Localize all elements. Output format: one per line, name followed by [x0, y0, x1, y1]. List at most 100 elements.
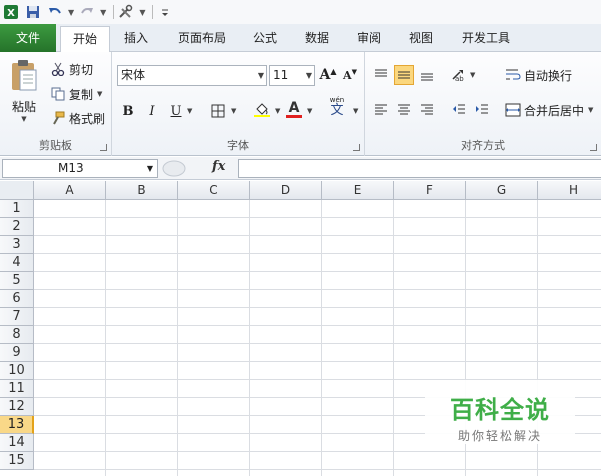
excel-logo-icon[interactable]: X	[2, 3, 20, 21]
column-header-d[interactable]: D	[250, 181, 322, 200]
formula-input[interactable]	[238, 159, 601, 178]
orientation-button[interactable]: ab	[449, 65, 469, 85]
customize-icon[interactable]	[156, 3, 174, 21]
font-color-dropdown-icon[interactable]: ▼	[307, 107, 312, 115]
tab-developer[interactable]: 开发工具	[454, 26, 518, 52]
underline-dropdown-icon[interactable]: ▼	[187, 107, 192, 115]
underline-button[interactable]: U	[166, 101, 186, 121]
watermark: 百科全说 助你轻松解决	[425, 380, 575, 444]
font-name-combo[interactable]: 宋体 ▼	[117, 65, 267, 86]
font-size-combo[interactable]: 11 ▼	[269, 65, 315, 86]
merge-center-icon	[505, 102, 521, 118]
alignment-launcher-icon[interactable]	[590, 144, 597, 151]
formula-splitter-icon[interactable]	[162, 160, 186, 177]
grid-line	[34, 469, 601, 470]
borders-button[interactable]	[208, 101, 228, 121]
format-painter-button[interactable]: 格式刷	[50, 108, 105, 128]
row-header[interactable]: 4	[0, 254, 34, 272]
decrease-indent-button[interactable]	[449, 100, 469, 120]
shrink-font-label: A	[343, 68, 352, 82]
format-painter-label: 格式刷	[69, 111, 106, 126]
row-header[interactable]: 9	[0, 344, 34, 362]
font-color-button[interactable]: A	[284, 99, 304, 119]
copy-dropdown-icon[interactable]: ▼	[97, 90, 102, 98]
row-header[interactable]: 14	[0, 434, 34, 452]
tools-icon[interactable]	[117, 3, 135, 21]
redo-dropdown-icon[interactable]: ▼	[100, 8, 106, 17]
row-header[interactable]: 1	[0, 200, 34, 218]
select-all-corner[interactable]	[0, 181, 34, 200]
tab-review[interactable]: 审阅	[350, 26, 388, 52]
align-right-button[interactable]	[417, 100, 437, 120]
fill-color-button[interactable]	[252, 99, 272, 119]
row-header[interactable]: 10	[0, 362, 34, 380]
save-icon[interactable]	[24, 3, 42, 21]
font-launcher-icon[interactable]	[353, 144, 360, 151]
align-top-button[interactable]	[371, 65, 391, 85]
redo-icon[interactable]	[78, 3, 96, 21]
insert-function-button[interactable]: fx	[212, 159, 225, 174]
increase-indent-button[interactable]	[472, 100, 492, 120]
column-header-b[interactable]: B	[106, 181, 178, 200]
row-header[interactable]: 15	[0, 452, 34, 470]
align-center-button[interactable]	[394, 100, 414, 120]
clipboard-group-label: 剪贴板	[39, 139, 72, 152]
brush-icon	[50, 110, 66, 126]
align-center-icon	[398, 104, 410, 115]
tools-dropdown-icon[interactable]: ▼	[139, 8, 145, 17]
tab-home[interactable]: 开始	[60, 26, 110, 52]
row-header[interactable]: 2	[0, 218, 34, 236]
chevron-down-icon: ▼	[146, 164, 153, 173]
row-header[interactable]: 6	[0, 290, 34, 308]
align-bottom-button[interactable]	[417, 65, 437, 85]
column-header-e[interactable]: E	[322, 181, 394, 200]
phonetic-button[interactable]: wén 文	[324, 96, 350, 118]
phonetic-dropdown-icon[interactable]: ▼	[353, 107, 358, 115]
row-header[interactable]: 5	[0, 272, 34, 290]
merge-center-button[interactable]: 合并后居中 ▼	[505, 100, 593, 120]
tab-file[interactable]: 文件	[0, 24, 56, 52]
tab-formulas[interactable]: 公式	[246, 26, 284, 52]
decrease-indent-icon	[453, 104, 465, 114]
row-header[interactable]: 8	[0, 326, 34, 344]
watermark-subtitle: 助你轻松解决	[457, 429, 542, 443]
grow-font-button[interactable]: A ▲	[318, 65, 338, 85]
paste-button[interactable]: 粘贴 ▼	[6, 58, 42, 123]
tab-insert[interactable]: 插入	[114, 26, 158, 52]
fill-dropdown-icon[interactable]: ▼	[275, 107, 280, 115]
name-box-value: M13	[58, 161, 84, 175]
borders-dropdown-icon[interactable]: ▼	[231, 107, 236, 115]
name-box[interactable]: M13 ▼	[2, 159, 158, 178]
align-right-icon	[421, 104, 433, 115]
bold-button[interactable]: B	[118, 101, 138, 121]
undo-dropdown-icon[interactable]: ▼	[68, 8, 74, 17]
cut-button[interactable]: 剪切	[50, 59, 93, 79]
align-left-button[interactable]	[371, 100, 391, 120]
align-middle-button[interactable]	[394, 65, 414, 85]
row-header[interactable]: 12	[0, 398, 34, 416]
tab-view[interactable]: 视图	[402, 26, 440, 52]
wrap-text-button[interactable]: 自动换行	[505, 65, 572, 85]
column-header-g[interactable]: G	[466, 181, 538, 200]
orientation-icon: ab	[452, 70, 464, 82]
orientation-dropdown-icon[interactable]: ▼	[470, 71, 475, 79]
copy-button[interactable]: 复制 ▼	[50, 84, 102, 104]
column-header-f[interactable]: F	[394, 181, 466, 200]
copy-icon	[50, 86, 66, 102]
undo-icon[interactable]	[46, 3, 64, 21]
row-header-selected[interactable]: 13	[0, 416, 34, 434]
font-color-swatch	[286, 114, 302, 118]
column-header-a[interactable]: A	[34, 181, 106, 200]
column-header-h[interactable]: H	[538, 181, 601, 200]
tab-page-layout[interactable]: 页面布局	[170, 26, 234, 52]
column-header-c[interactable]: C	[178, 181, 250, 200]
row-header[interactable]: 3	[0, 236, 34, 254]
row-header[interactable]: 11	[0, 380, 34, 398]
merge-dropdown-icon[interactable]: ▼	[588, 106, 593, 114]
italic-button[interactable]: I	[142, 101, 162, 121]
row-header[interactable]: 7	[0, 308, 34, 326]
align-middle-icon	[398, 71, 410, 79]
tab-data[interactable]: 数据	[298, 26, 336, 52]
shrink-font-button[interactable]: A ▼	[340, 65, 360, 85]
clipboard-launcher-icon[interactable]	[100, 144, 107, 151]
